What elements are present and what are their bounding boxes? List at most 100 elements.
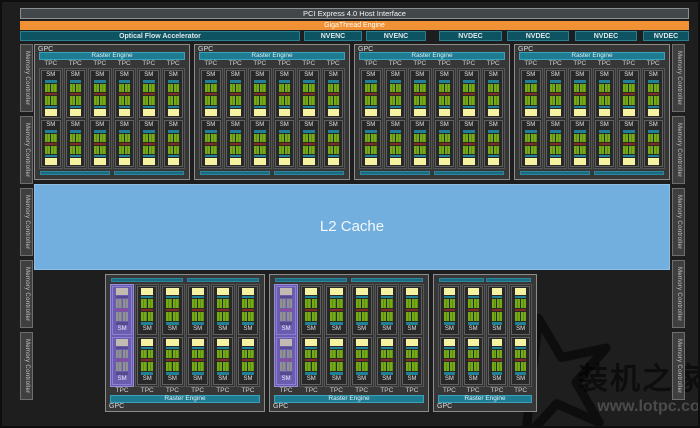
gpc-block: GPCRaster EngineTPCSMSMTPCSMSMTPCSMSMTPC…: [34, 44, 190, 180]
tpc-label: TPC: [617, 60, 641, 68]
sm-scheduler-teal-bar: [381, 372, 393, 375]
sm-lsu-teal-bar: [328, 106, 340, 108]
sm-tile: SM: [301, 286, 321, 335]
tpc-column: TPCSMSM: [486, 284, 509, 395]
sm-lsu-teal-bar: [365, 155, 377, 157]
sm-core-block: [166, 299, 172, 308]
sm-core-block: [223, 350, 229, 359]
sm-label: SM: [165, 326, 179, 333]
sm-core-block: [525, 84, 530, 92]
sm-label: SM: [573, 72, 587, 79]
sm-core-block: [371, 84, 376, 92]
tpc-label: TPC: [438, 387, 461, 395]
sm-label: SM: [165, 376, 179, 383]
tpc-label: TPC: [457, 60, 481, 68]
sm-core-block: [94, 84, 99, 92]
sm-core-block: [143, 146, 148, 154]
sm-core-block: [574, 96, 579, 104]
sm-scheduler-teal-bar: [439, 80, 451, 83]
sm-core-block: [381, 362, 387, 371]
l2-link-bar: [111, 278, 183, 282]
sm-label: SM: [118, 72, 132, 79]
tpc-column: TPCSMSM: [273, 60, 297, 169]
sm-core-block: [494, 134, 499, 142]
sm-core-block: [580, 84, 585, 92]
tpc-box: SMSM: [224, 68, 248, 169]
sm-lsu-teal-bar: [94, 155, 106, 157]
sm-divider-red-bar: [599, 143, 611, 145]
sm-tile: SM: [435, 70, 455, 118]
sm-core-block: [468, 350, 473, 359]
sm-texture-yellow-bar: [328, 158, 340, 165]
sm-texture-yellow-bar: [488, 158, 500, 165]
sm-scheduler-teal-bar: [279, 80, 291, 83]
sm-core-block: [469, 146, 474, 154]
sm-label: SM: [355, 326, 369, 333]
sm-core-grid: [45, 134, 57, 142]
sm-scheduler-teal-bar: [143, 80, 155, 83]
sm-tile: SM: [619, 70, 639, 118]
sm-lsu-teal-bar: [230, 106, 242, 108]
sm-core-block: [303, 84, 308, 92]
l2-link-bar: [520, 171, 590, 175]
sm-lsu-teal-bar: [414, 106, 426, 108]
sm-core-block: [494, 84, 499, 92]
sm-label: SM: [253, 72, 267, 79]
sm-core-block: [125, 84, 130, 92]
sm-tile: SM: [201, 120, 221, 168]
sm-tile: SM: [66, 70, 86, 118]
sm-core-block: [166, 350, 172, 359]
sm-core-block: [623, 146, 628, 154]
tpc-box: SM SM: [160, 284, 184, 387]
sm-label: SM: [524, 122, 538, 129]
tpc-column: TPCSMSM: [113, 60, 137, 169]
sm-core-grid: [230, 134, 242, 142]
tpc-column: TPCSMSM: [408, 60, 432, 169]
sm-divider-red-bar: [279, 143, 291, 145]
tpc-column: TPCSMSM: [462, 284, 485, 395]
sm-core-grid: [217, 299, 229, 308]
sm-texture-yellow-bar: [305, 339, 317, 346]
sm-core-block: [230, 146, 235, 154]
sm-core-grid: [623, 146, 635, 154]
sm-divider-red-bar: [280, 359, 292, 361]
sm-texture-yellow-bar: [390, 158, 402, 165]
tpc-column: TPCSMSM: [324, 284, 348, 395]
sm-texture-yellow-bar: [70, 109, 82, 116]
raster-engine-bar: Raster Engine: [199, 52, 345, 60]
sm-tile: SM: [440, 286, 459, 335]
sm-core-block: [492, 362, 497, 371]
sm-core-block: [45, 146, 50, 154]
sm-core-grid: [365, 84, 377, 92]
sm-scheduler-teal-bar: [550, 130, 562, 133]
sm-texture-yellow-bar: [444, 339, 455, 346]
l2-link-bars: [360, 171, 504, 175]
sm-core-block: [381, 299, 387, 308]
sm-texture-yellow-bar: [648, 109, 660, 116]
sm-core-block: [260, 84, 265, 92]
sm-label: SM: [355, 376, 369, 383]
sm-scheduler-teal-bar: [468, 372, 479, 375]
sm-core-block: [254, 134, 259, 142]
memory-controller-block: Memory Controller: [672, 116, 685, 184]
optical-flow-accelerator-block: Optical Flow Accelerator: [20, 31, 300, 41]
sm-core-block: [648, 96, 653, 104]
sm-core-block: [468, 362, 473, 371]
sm-label: SM: [405, 326, 419, 333]
sm-core-block: [488, 96, 493, 104]
sm-core-block: [654, 96, 659, 104]
sm-core-block: [285, 134, 290, 142]
sm-core-grid: [444, 299, 455, 308]
sm-lsu-teal-bar: [599, 155, 611, 157]
sm-lsu-teal-bar: [492, 296, 503, 298]
sm-core-block: [525, 96, 530, 104]
sm-label: SM: [413, 72, 427, 79]
sm-core-block: [328, 84, 333, 92]
tpc-label: TPC: [519, 60, 543, 68]
tpc-column: TPCSMSM: [64, 60, 88, 169]
sm-divider-red-bar: [116, 359, 128, 361]
sm-scheduler-teal-bar: [143, 130, 155, 133]
sm-lsu-teal-bar: [305, 296, 317, 298]
sm-core-block: [550, 96, 555, 104]
sm-core-grid: [439, 84, 451, 92]
